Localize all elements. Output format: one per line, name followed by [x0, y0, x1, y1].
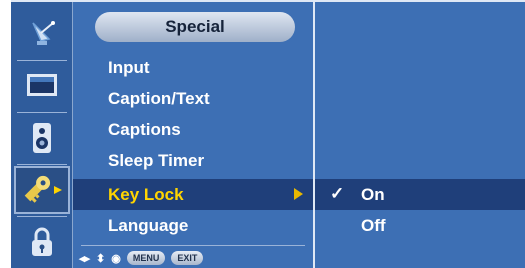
- checkmark-icon: ✓: [330, 184, 345, 203]
- menu-item-input[interactable]: Input: [73, 52, 313, 83]
- navigation-hint-bar: ◂▸ ⬍ ◉ MENU EXIT: [79, 250, 204, 266]
- menu-item-label: Captions: [108, 119, 181, 139]
- menu-key-hint: MENU: [126, 251, 166, 265]
- rail-item-lock[interactable]: [14, 218, 70, 266]
- submenu-arrow-icon: [294, 188, 303, 200]
- rail-separator: [17, 112, 67, 113]
- speaker-icon: [33, 123, 51, 153]
- option-label: On: [361, 184, 385, 204]
- rail-item-special[interactable]: [14, 166, 70, 214]
- menu-item-caption-text[interactable]: Caption/Text: [73, 83, 313, 114]
- key-lock-submenu: ✓ On Off: [315, 2, 525, 268]
- osd-screen: Special Input Caption/Text Captions Slee…: [11, 0, 525, 268]
- rail-item-sound[interactable]: [14, 114, 70, 162]
- menu-item-language[interactable]: Language: [73, 210, 313, 241]
- rail-item-channel[interactable]: [14, 10, 70, 58]
- rail-separator: [17, 164, 67, 165]
- picture-icon: [27, 74, 57, 96]
- menu-item-label: Sleep Timer: [108, 150, 205, 170]
- category-rail: [11, 2, 73, 268]
- left-right-arrows-icon: ◂▸: [79, 252, 91, 265]
- rail-item-picture[interactable]: [14, 62, 70, 110]
- exit-key-hint: EXIT: [171, 251, 204, 265]
- rail-separator: [17, 60, 67, 61]
- menu-item-label: Input: [108, 57, 150, 77]
- key-icon: [24, 175, 62, 203]
- menu-item-captions[interactable]: Captions: [73, 114, 313, 145]
- menu-title: Special: [95, 12, 295, 42]
- option-off[interactable]: Off: [315, 210, 525, 241]
- menu-item-key-lock[interactable]: Key Lock: [73, 179, 313, 210]
- satellite-icon: [32, 21, 55, 45]
- option-on[interactable]: ✓ On: [315, 179, 525, 210]
- rail-separator: [17, 216, 67, 217]
- option-label: Off: [361, 215, 386, 235]
- menu-item-label: Key Lock: [108, 184, 184, 204]
- up-down-arrows-icon: ⬍: [96, 252, 106, 265]
- menu-item-label: Language: [108, 215, 189, 235]
- menu-item-label: Caption/Text: [108, 88, 210, 108]
- special-menu: Special Input Caption/Text Captions Slee…: [73, 2, 313, 268]
- ok-button-icon: ◉: [111, 252, 121, 265]
- menu-item-sleep-timer[interactable]: Sleep Timer: [73, 145, 313, 176]
- menu-separator: [81, 245, 305, 246]
- lock-icon: [32, 227, 52, 256]
